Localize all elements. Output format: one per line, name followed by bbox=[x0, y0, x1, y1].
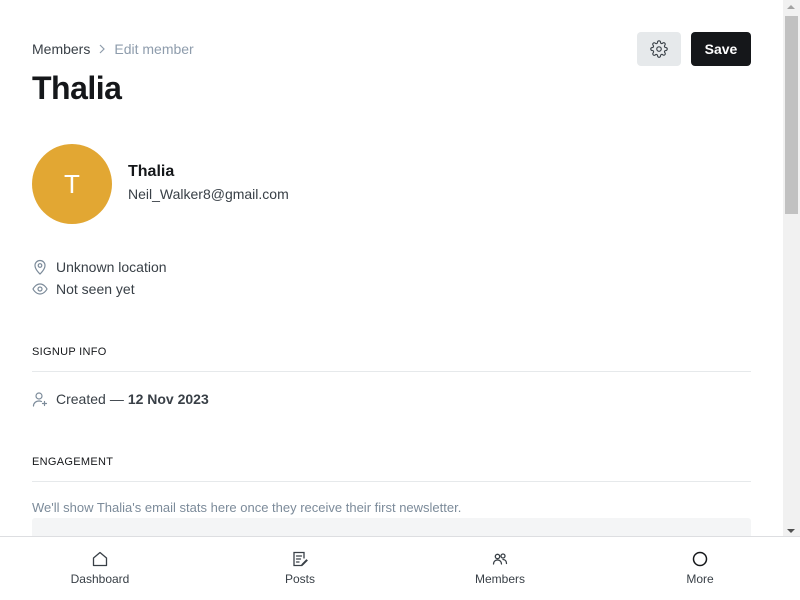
gear-icon bbox=[650, 40, 668, 58]
nav-item-posts[interactable]: Posts bbox=[200, 537, 400, 600]
breadcrumb-members-link[interactable]: Members bbox=[32, 41, 90, 57]
page-title: Thalia bbox=[32, 70, 122, 106]
divider bbox=[32, 481, 751, 482]
nav-label: More bbox=[686, 572, 714, 586]
member-name: Thalia bbox=[128, 163, 175, 180]
scroll-up-arrow-icon[interactable] bbox=[787, 5, 795, 9]
breadcrumb-current: Edit member bbox=[114, 41, 194, 57]
eye-icon bbox=[32, 281, 48, 297]
home-icon bbox=[91, 550, 109, 568]
vertical-scrollbar[interactable] bbox=[783, 0, 800, 536]
created-dash: — bbox=[109, 391, 124, 407]
save-button[interactable]: Save bbox=[691, 32, 751, 66]
nav-label: Dashboard bbox=[70, 572, 130, 586]
engagement-note: We'll show Thalia's email stats here onc… bbox=[32, 500, 462, 515]
nav-item-more[interactable]: More bbox=[600, 537, 800, 600]
last-seen-text: Not seen yet bbox=[56, 281, 135, 297]
bottom-navigation: Dashboard Posts Members More bbox=[0, 536, 800, 600]
nav-item-members[interactable]: Members bbox=[400, 537, 600, 600]
last-seen-row: Not seen yet bbox=[32, 281, 135, 297]
user-add-icon bbox=[32, 391, 48, 407]
member-settings-button[interactable] bbox=[637, 32, 681, 66]
created-row: Created — 12 Nov 2023 bbox=[32, 391, 209, 407]
signup-info-heading: SIGNUP INFO bbox=[32, 346, 107, 358]
avatar: T bbox=[32, 144, 112, 224]
created-date: 12 Nov 2023 bbox=[127, 391, 209, 407]
scrollbar-thumb[interactable] bbox=[785, 16, 798, 214]
circle-icon bbox=[691, 550, 709, 568]
main-content: Members Edit member Save Thalia T Thalia… bbox=[0, 0, 783, 536]
location-text: Unknown location bbox=[56, 259, 167, 275]
member-email: Neil_Walker8@gmail.com bbox=[128, 186, 289, 202]
engagement-heading: ENGAGEMENT bbox=[32, 456, 114, 468]
location-pin-icon bbox=[32, 259, 48, 275]
nav-label: Posts bbox=[284, 572, 315, 586]
nav-label: Members bbox=[474, 572, 525, 586]
nav-item-dashboard[interactable]: Dashboard bbox=[0, 537, 200, 600]
location-row: Unknown location bbox=[32, 259, 167, 275]
divider bbox=[32, 371, 751, 372]
scroll-down-arrow-icon[interactable] bbox=[787, 529, 795, 533]
posts-icon bbox=[291, 550, 309, 568]
chevron-right-icon bbox=[98, 44, 106, 54]
created-label: Created bbox=[56, 391, 106, 407]
engagement-stats-box bbox=[32, 518, 751, 536]
breadcrumb: Members Edit member bbox=[32, 41, 194, 57]
members-icon bbox=[491, 550, 509, 568]
